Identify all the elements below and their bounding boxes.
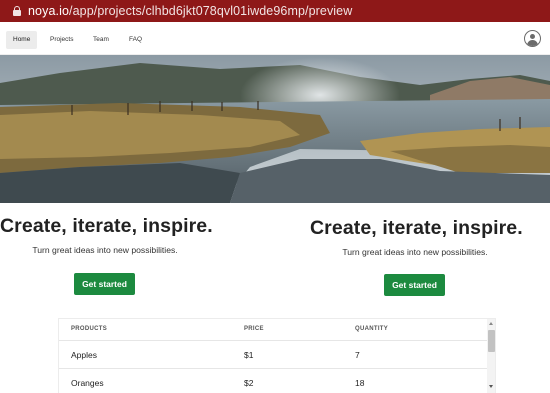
headline: Create, iterate, inspire. [310, 217, 523, 239]
lock-icon [12, 6, 22, 16]
cell-quantity: 7 [355, 350, 360, 360]
table-header: PRODUCTS PRICE QUANTITY [59, 319, 487, 341]
nav-team[interactable]: Team [86, 31, 116, 49]
column-header-price[interactable]: PRICE [244, 326, 264, 332]
scroll-down-icon[interactable] [489, 385, 493, 388]
browser-url-bar[interactable]: noya.io/app/projects/clhbd6jkt078qvl01iw… [0, 0, 550, 22]
nav-projects[interactable]: Projects [43, 31, 80, 49]
scroll-up-icon[interactable] [489, 322, 493, 325]
table-row[interactable]: Apples $1 7 [59, 341, 487, 369]
get-started-button[interactable]: Get started [74, 273, 135, 295]
get-started-button[interactable]: Get started [384, 274, 445, 296]
nav-faq[interactable]: FAQ [122, 31, 149, 49]
cell-product: Oranges [71, 378, 104, 388]
cell-product: Apples [71, 350, 97, 360]
scroll-thumb[interactable] [488, 330, 495, 352]
user-circle-icon[interactable] [524, 30, 541, 47]
hero-section-right: Create, iterate, inspire. Turn great ide… [310, 217, 523, 257]
cell-quantity: 18 [355, 378, 365, 388]
table-row[interactable]: Oranges $2 18 [59, 369, 487, 393]
table-scrollbar[interactable] [487, 319, 495, 393]
url-text[interactable]: noya.io/app/projects/clhbd6jkt078qvl01iw… [28, 4, 352, 18]
nav-home[interactable]: Home [6, 31, 38, 49]
column-header-quantity[interactable]: QUANTITY [355, 326, 388, 332]
hero-section-left: Create, iterate, inspire. Turn great ide… [0, 215, 213, 255]
url-domain: noya.io [28, 4, 70, 18]
cell-price: $2 [244, 378, 254, 388]
navbar: Home Projects Team FAQ [0, 22, 550, 55]
hero-image [0, 55, 550, 203]
column-header-products[interactable]: PRODUCTS [71, 326, 107, 332]
headline: Create, iterate, inspire. [0, 215, 213, 237]
subheading: Turn great ideas into new possibilities. [342, 247, 488, 257]
url-path: /app/projects/clhbd6jkt078qvl01iwde96mp/… [69, 4, 353, 18]
products-table[interactable]: PRODUCTS PRICE QUANTITY Apples $1 7 Oran… [58, 318, 496, 393]
cell-price: $1 [244, 350, 254, 360]
subheading: Turn great ideas into new possibilities. [32, 245, 178, 255]
